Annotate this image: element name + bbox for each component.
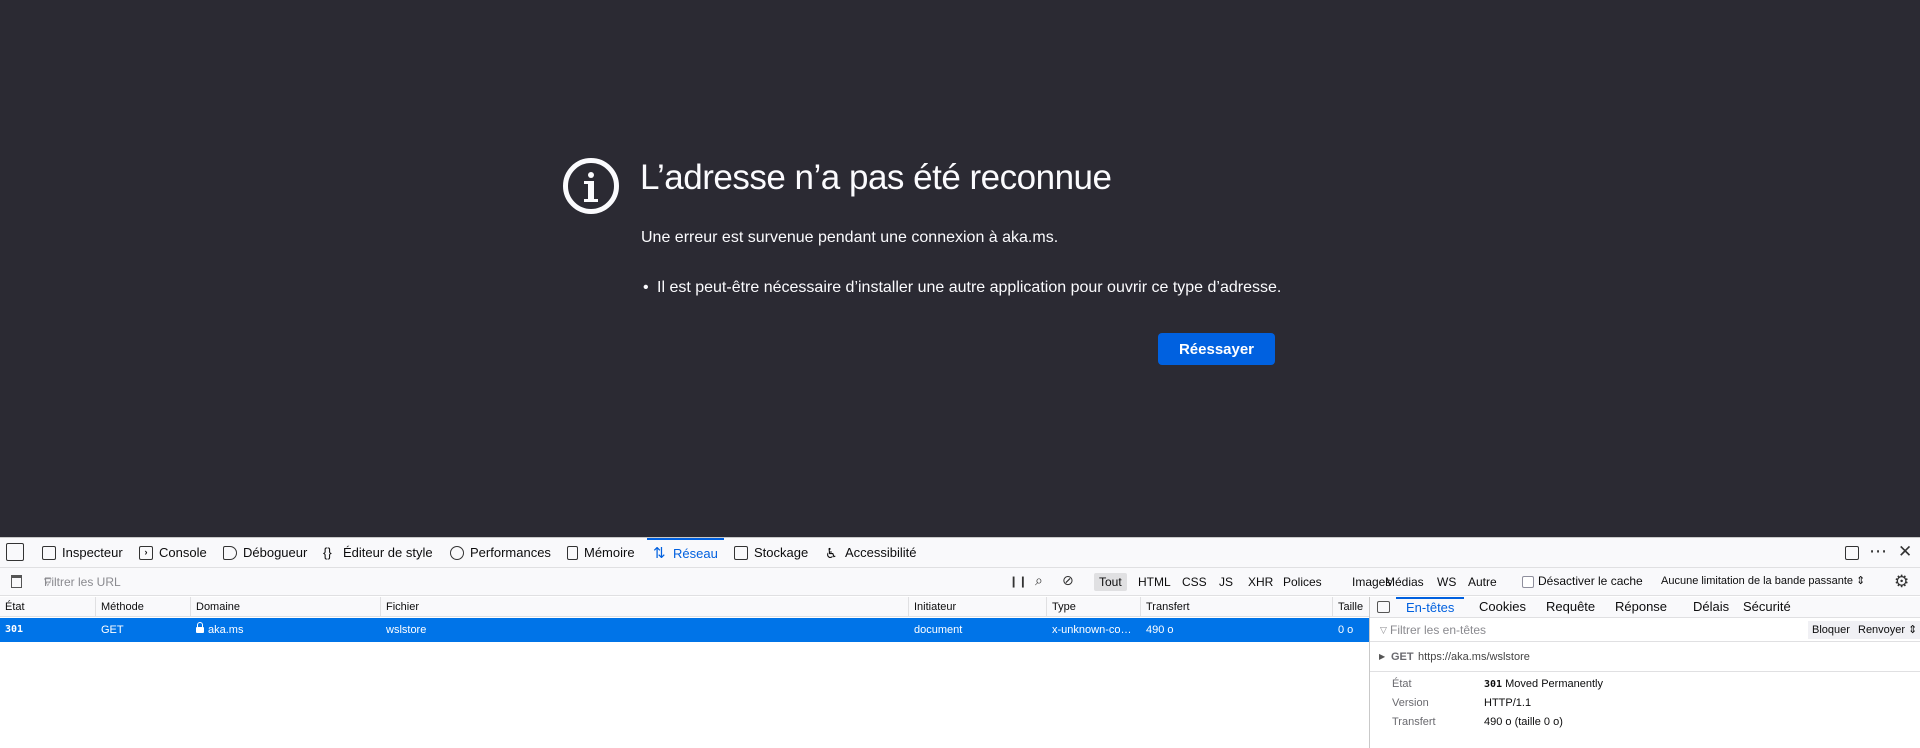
tab-performance[interactable]: Performances: [450, 538, 551, 567]
filter-css[interactable]: CSS: [1177, 573, 1212, 591]
error-page: L’adresse n’a pas été reconnue Une erreu…: [0, 0, 1920, 537]
table-row[interactable]: 301 GET aka.ms wslstore document x-unkno…: [0, 618, 1369, 642]
pause-icon[interactable]: ❙❙: [1009, 575, 1027, 588]
gear-icon[interactable]: ⚙: [1894, 572, 1909, 592]
summary-method: GET: [1391, 651, 1414, 663]
col-size[interactable]: Taille: [1333, 597, 1369, 617]
panel-toggle-icon[interactable]: [1377, 601, 1390, 613]
element-picker-icon[interactable]: [6, 543, 24, 561]
close-icon[interactable]: ✕: [1898, 542, 1912, 562]
tab-label: Inspecteur: [62, 545, 123, 560]
tab-style-editor[interactable]: {} Éditeur de style: [323, 538, 433, 567]
headers-filter-input[interactable]: [1378, 621, 1718, 639]
network-toolbar: ▽ ❙❙ ⌕ ⊘ Tout HTML CSS JS XHR Polices Im…: [0, 568, 1920, 596]
block-icon[interactable]: ⊘: [1062, 572, 1074, 589]
tab-label: Accessibilité: [845, 545, 917, 560]
throttling-select[interactable]: Aucune limitation de la bande passante ⇕: [1661, 574, 1865, 587]
tab-label: Éditeur de style: [343, 545, 433, 560]
filter-html[interactable]: HTML: [1133, 573, 1176, 591]
block-button[interactable]: Bloquer: [1808, 621, 1854, 639]
tab-storage[interactable]: Stockage: [734, 538, 808, 567]
cell-file: wslstore: [386, 624, 427, 636]
cell-method: GET: [101, 624, 124, 636]
col-domain[interactable]: Domaine: [191, 597, 381, 617]
tab-cookies[interactable]: Cookies: [1479, 597, 1526, 618]
filter-all[interactable]: Tout: [1094, 573, 1127, 591]
tab-label: Mémoire: [584, 545, 635, 560]
summary-url: https://aka.ms/wslstore: [1418, 651, 1530, 663]
error-description: Une erreur est survenue pendant une conn…: [641, 229, 1059, 246]
style-editor-icon: {}: [323, 544, 332, 560]
col-type[interactable]: Type: [1047, 597, 1141, 617]
error-title: L’adresse n’a pas été reconnue: [640, 158, 1112, 197]
tab-response[interactable]: Réponse: [1615, 597, 1667, 618]
tab-label: Console: [159, 545, 207, 560]
details-tabs: En-têtes Cookies Requête Réponse Délais …: [1370, 597, 1920, 618]
error-suggestions: Il est peut-être nécessaire d’installer …: [643, 279, 1281, 297]
console-icon: ›: [139, 545, 153, 560]
retry-button[interactable]: Réessayer: [1158, 333, 1275, 365]
col-initiator[interactable]: Initiateur: [909, 597, 1047, 617]
performance-icon: [450, 545, 464, 560]
dock-side-icon[interactable]: [1845, 546, 1859, 560]
expand-triangle-icon[interactable]: ▶: [1379, 652, 1385, 661]
network-icon: ⇅: [653, 544, 666, 562]
toolbox-tab-bar: Inspecteur › Console Débogueur {} Éditeu…: [0, 538, 1920, 568]
filter-other[interactable]: Autre: [1463, 573, 1502, 591]
cell-size: 0 o: [1338, 624, 1354, 636]
tab-headers[interactable]: En-têtes: [1396, 597, 1465, 618]
tab-label: Débogueur: [243, 545, 308, 560]
cell-transferred: 490 o: [1146, 624, 1174, 636]
cell-initiator: document: [914, 624, 963, 636]
request-summary-url[interactable]: ▶ GET https://aka.ms/wslstore: [1370, 642, 1920, 672]
tab-debugger[interactable]: Débogueur: [223, 538, 307, 567]
requests-table: État Méthode Domaine Fichier Initiateur …: [0, 597, 1369, 748]
filter-xhr[interactable]: XHR: [1243, 573, 1278, 591]
cell-domain: aka.ms: [191, 618, 381, 642]
cell-type: x-unknown-co…: [1052, 624, 1132, 636]
tab-inspector[interactable]: Inspecteur: [42, 538, 123, 567]
request-details-panel: En-têtes Cookies Requête Réponse Délais …: [1369, 597, 1920, 748]
requests-header: État Méthode Domaine Fichier Initiateur …: [0, 597, 1369, 617]
debugger-icon: [223, 545, 237, 560]
tab-timings[interactable]: Délais: [1693, 597, 1729, 618]
col-method[interactable]: Méthode: [96, 597, 191, 617]
storage-icon: [734, 545, 748, 560]
more-options-icon[interactable]: ⋯: [1869, 541, 1887, 562]
error-suggestion-item: Il est peut-être nécessaire d’installer …: [643, 279, 1281, 297]
filter-media[interactable]: Médias: [1380, 573, 1429, 591]
search-icon[interactable]: ⌕: [1035, 572, 1043, 589]
devtools-panel: Inspecteur › Console Débogueur {} Éditeu…: [0, 537, 1920, 748]
tab-label: Stockage: [754, 545, 809, 560]
tab-label: Réseau: [673, 546, 718, 561]
accessibility-icon: ♿: [825, 544, 838, 561]
disable-cache-label: Désactiver le cache: [1538, 574, 1643, 588]
url-filter-input[interactable]: [30, 572, 990, 592]
tab-network[interactable]: ⇅ Réseau: [647, 538, 724, 567]
lock-icon: [196, 622, 204, 633]
filter-ws[interactable]: WS: [1432, 573, 1461, 591]
disable-cache-checkbox[interactable]: [1522, 576, 1534, 588]
resend-button[interactable]: Renvoyer ⇕: [1854, 621, 1920, 639]
col-status[interactable]: État: [0, 597, 96, 617]
tab-accessibility[interactable]: ♿ Accessibilité: [825, 538, 917, 567]
memory-icon: [567, 545, 578, 560]
col-transferred[interactable]: Transfert: [1141, 597, 1333, 617]
tab-request[interactable]: Requête: [1546, 597, 1595, 618]
inspector-icon: [42, 545, 56, 560]
tab-console[interactable]: › Console: [139, 538, 207, 567]
tab-memory[interactable]: Mémoire: [567, 538, 635, 567]
tab-security[interactable]: Sécurité: [1743, 597, 1791, 618]
filter-fonts[interactable]: Polices: [1278, 573, 1327, 591]
cell-status: 301: [5, 624, 24, 635]
headers-toolbar: ▽ Bloquer Renvoyer ⇕: [1370, 618, 1920, 642]
tab-label: Performances: [470, 545, 551, 560]
trash-icon[interactable]: [11, 575, 22, 588]
filter-js[interactable]: JS: [1214, 573, 1238, 591]
col-file[interactable]: Fichier: [381, 597, 909, 617]
info-icon: [563, 158, 619, 214]
